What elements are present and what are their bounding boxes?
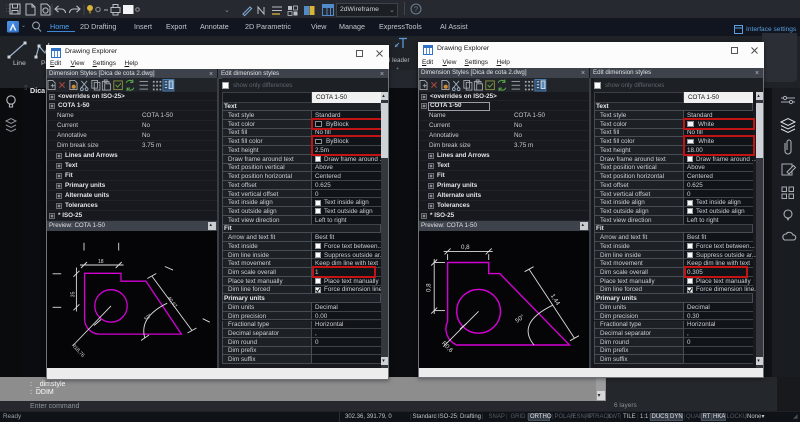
svg-text:0,8: 0,8 bbox=[426, 282, 433, 291]
svg-text:1,44: 1,44 bbox=[549, 292, 562, 306]
svg-text:?: ? bbox=[414, 5, 418, 14]
svg-text:35: 35 bbox=[71, 291, 77, 297]
svg-text:40,67: 40,67 bbox=[166, 295, 178, 309]
svg-text:18: 18 bbox=[98, 259, 104, 265]
svg-text:0,8: 0,8 bbox=[461, 244, 470, 251]
svg-text:R18,76: R18,76 bbox=[70, 342, 86, 358]
svg-text:50°: 50° bbox=[514, 313, 526, 324]
